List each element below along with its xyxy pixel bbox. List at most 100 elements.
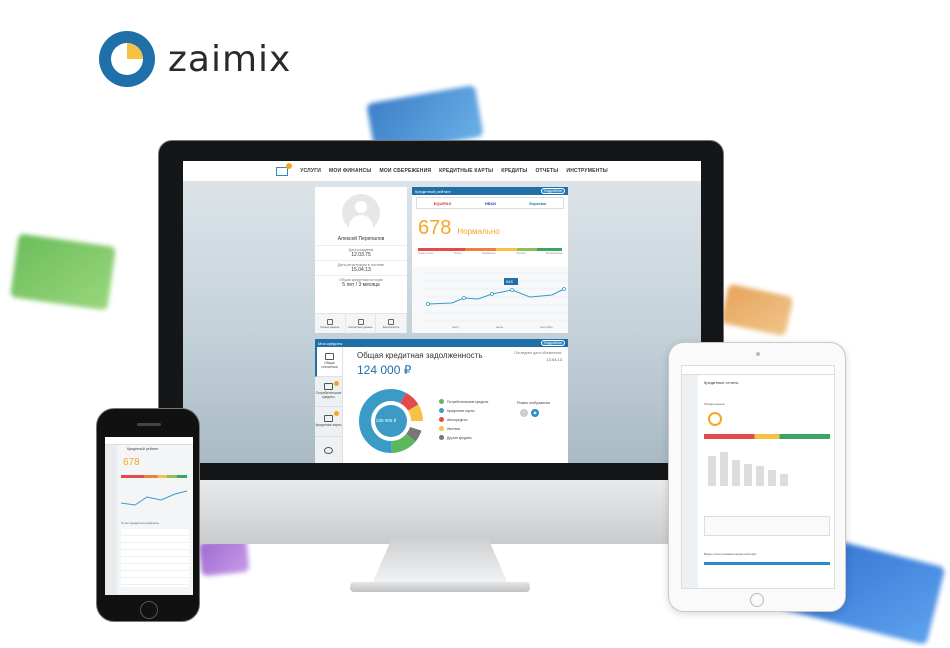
tablet-tab-bar: [704, 562, 830, 565]
security-button[interactable]: Безопасность: [376, 314, 408, 333]
scale-label-good: Хорошо: [516, 252, 526, 255]
legend-item: Ипотека: [439, 426, 488, 431]
tablet-subtitle: Общая оценка: [704, 402, 725, 406]
tab-consumer-loans[interactable]: Потребительские кредиты: [315, 377, 342, 407]
mail-badge: [286, 162, 293, 169]
tablet-screen: Кредитные отчеты Общая оценка Видео испо…: [681, 365, 835, 589]
my-credits-panel: Мои кредиты Подробнее Общая статистика П…: [315, 339, 568, 463]
donut-center-value: 230 000 ₽: [376, 418, 397, 423]
phone-sidebar: [105, 445, 117, 595]
nav-item-tools[interactable]: ИНСТРУМЕНТЫ: [566, 168, 607, 174]
phone-speaker: [137, 423, 161, 426]
bureau-tabs: EQUIFAX НБКИ Experian: [416, 197, 564, 209]
tablet-header: [682, 366, 834, 375]
phone-list-title: Отчет кредитного рейтинга: [121, 521, 159, 525]
monitor-chin: [158, 480, 724, 544]
phone-screen: Кредитный рейтинг 678 Отчет кредитного р…: [105, 437, 193, 595]
total-debt-amount: 124 000 ₽: [357, 363, 412, 377]
credit-card-icon: [324, 415, 333, 423]
rating-more-button[interactable]: Подробнее: [540, 188, 565, 194]
credit-rating-panel: Кредитный рейтинг Подробнее EQUIFAX НБКИ…: [412, 187, 568, 333]
tablet-sidebar: [682, 375, 698, 588]
legend-mortgage: Ипотека: [447, 426, 460, 431]
tab-experian[interactable]: Experian: [529, 201, 546, 206]
nav-item-credit-cards[interactable]: КРЕДИТНЫЕ КАРТЫ: [439, 168, 493, 174]
view-list-button[interactable]: ◉: [531, 409, 539, 417]
tablet-device: Кредитные отчеты Общая оценка Видео испо…: [668, 342, 846, 612]
trend-icon: [325, 353, 334, 361]
phone-device: Кредитный рейтинг 678 Отчет кредитного р…: [96, 408, 200, 622]
consumer-badge: [334, 381, 339, 386]
tab-credit-cards[interactable]: Кредитные карты: [315, 407, 342, 437]
rating-header: Кредитный рейтинг Подробнее: [412, 187, 568, 195]
history-label: Общая кредитная история: [315, 275, 407, 282]
credits-sidebar: Общая статистика Потребительские кредиты…: [315, 347, 343, 463]
credits-header: Мои кредиты Подробнее: [315, 339, 568, 347]
avatar: [342, 194, 380, 232]
reg-label: Дата регистрации в системе: [315, 260, 407, 267]
blurred-card-orange: [720, 283, 794, 337]
scale-label-normal: Нормально: [481, 252, 496, 255]
monitor-stand: [372, 540, 508, 584]
legend-item: Потребительские кредиты: [439, 399, 488, 404]
nav-item-savings[interactable]: МОИ СБЕРЕЖЕНИЯ: [379, 168, 431, 174]
tab-consumer-loans-label: Потребительские кредиты: [315, 391, 342, 399]
credits-more-button[interactable]: Подробнее: [540, 340, 565, 346]
view-chart-button[interactable]: ◔: [520, 409, 528, 417]
tab-general-stats[interactable]: Общая статистика: [315, 347, 342, 377]
legend-item: Кредитные карты: [439, 408, 488, 413]
legend-cards: Кредитные карты: [447, 408, 475, 413]
scale-label-excellent: Великолепно: [546, 252, 562, 255]
tablet-gauge: [708, 412, 722, 426]
brand-logo: zaimix: [98, 30, 291, 88]
tablet-home-button: [750, 593, 764, 607]
tablet-title: Кредитные отчеты: [704, 380, 739, 385]
phone-rating-chart: [121, 490, 188, 506]
security-label: Безопасность: [382, 325, 400, 329]
tablet-score-scale: [704, 434, 830, 439]
month-label-september: сентябрь: [540, 325, 553, 329]
monitor-device: УСЛУГИ МОИ ФИНАНСЫ МОИ СБЕРЕЖЕНИЯ КРЕДИТ…: [158, 140, 724, 484]
personal-data-label: Личные данные: [320, 325, 340, 329]
phone-home-button: [140, 601, 158, 619]
phone-header: Кредитный рейтинг: [105, 437, 193, 451]
rating-history-graph: 648 март июль сентябрь: [412, 267, 568, 333]
phone-title: Кредитный рейтинг: [127, 447, 159, 451]
contact-data-button[interactable]: Контактные данные: [346, 314, 377, 333]
blurred-card-green: [10, 233, 116, 311]
tab-auto[interactable]: [315, 437, 342, 463]
month-label-march: март: [452, 325, 459, 329]
score-status: Нормально: [457, 227, 500, 236]
mail-icon[interactable]: [276, 162, 293, 176]
nav-item-finances[interactable]: МОИ ФИНАНСЫ: [329, 168, 371, 174]
view-mode-label: Режим отображения: [517, 401, 551, 405]
monitor-stand-base: [350, 582, 530, 592]
last-update-date: 13.04.13: [546, 357, 562, 362]
desktop-screen: УСЛУГИ МОИ ФИНАНСЫ МОИ СБЕРЕЖЕНИЯ КРЕДИТ…: [183, 161, 701, 463]
phone-list: [121, 529, 189, 587]
profile-actions: Личные данные Контактные данные Безопасн…: [315, 313, 408, 333]
tab-nbki[interactable]: НБКИ: [485, 201, 496, 206]
total-debt-title: Общая кредитная задолженность: [357, 351, 483, 360]
user-icon: [326, 318, 333, 325]
last-update-label: Последнее дата обновления:: [514, 351, 562, 355]
credit-score: 678: [418, 217, 452, 239]
nav-item-services[interactable]: УСЛУГИ: [300, 168, 321, 174]
legend-auto: Автокредиты: [447, 417, 468, 422]
zaimix-logo-icon: [99, 31, 155, 87]
steering-wheel-icon: [324, 447, 333, 454]
nav-item-loans[interactable]: КРЕДИТЫ: [501, 168, 527, 174]
tab-equifax[interactable]: EQUIFAX: [434, 201, 452, 206]
nav-item-reports[interactable]: ОТЧЕТЫ: [535, 168, 558, 174]
scale-labels: Очень плохо Плохо Нормально Хорошо Велик…: [418, 252, 562, 255]
rating-title: Кредитный рейтинг: [415, 188, 451, 194]
personal-data-button[interactable]: Личные данные: [315, 314, 346, 333]
scale-label-very-bad: Очень плохо: [418, 252, 434, 255]
donut-legend: Потребительские кредиты Кредитные карты …: [439, 399, 488, 444]
legend-consumer: Потребительские кредиты: [447, 399, 489, 404]
contact-card-icon: [357, 318, 364, 325]
bar-chart-icon: [324, 383, 333, 391]
cards-badge: [334, 411, 339, 416]
legend-other: Другие кредиты: [447, 435, 472, 440]
top-nav: УСЛУГИ МОИ ФИНАНСЫ МОИ СБЕРЕЖЕНИЯ КРЕДИТ…: [183, 161, 701, 181]
